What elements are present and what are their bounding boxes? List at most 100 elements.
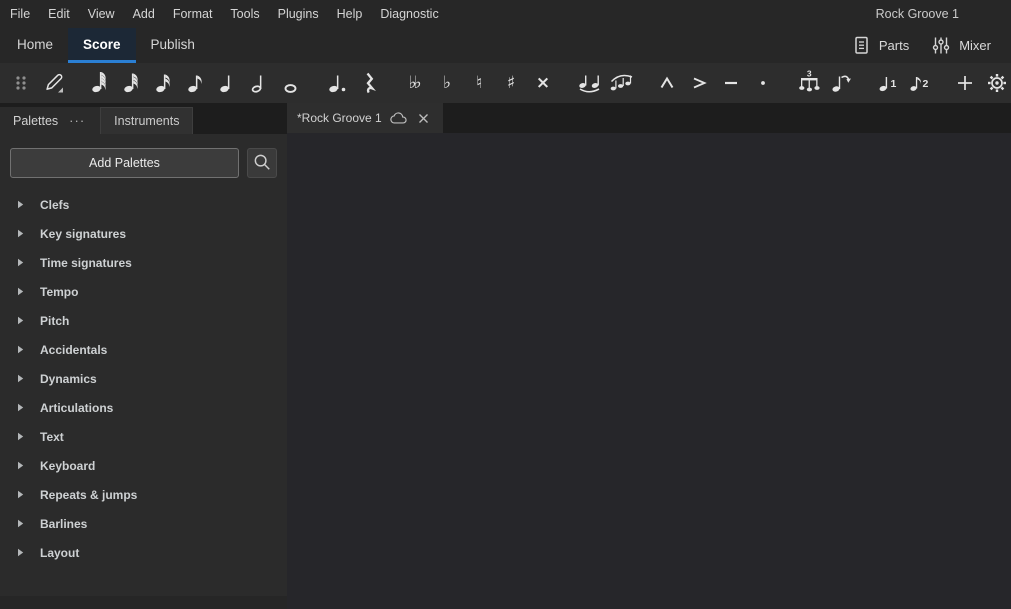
palette-item-articulations[interactable]: Articulations bbox=[0, 393, 287, 422]
palette-item-time-signatures[interactable]: Time signatures bbox=[0, 248, 287, 277]
accent-button[interactable] bbox=[683, 67, 715, 99]
natural-icon: ♮ bbox=[476, 75, 482, 92]
quarter-rest-button[interactable] bbox=[353, 67, 385, 99]
grip-button[interactable] bbox=[5, 67, 37, 99]
palette-item-label: Keyboard bbox=[40, 459, 95, 473]
note-64th-icon bbox=[85, 69, 113, 97]
staccato-button[interactable] bbox=[747, 67, 779, 99]
slur-button[interactable] bbox=[605, 67, 637, 99]
tab-palettes[interactable]: Palettes ··· bbox=[0, 107, 100, 134]
palette-item-keyboard[interactable]: Keyboard bbox=[0, 451, 287, 480]
palette-item-layout[interactable]: Layout bbox=[0, 538, 287, 567]
note-8th-button[interactable] bbox=[179, 67, 211, 99]
double-sharp-button[interactable]: × bbox=[527, 67, 559, 99]
search-icon bbox=[252, 152, 272, 175]
augmentation-dot-icon bbox=[323, 69, 351, 97]
tab-instruments[interactable]: Instruments bbox=[100, 107, 193, 134]
menu-view[interactable]: View bbox=[79, 0, 124, 28]
menu-help[interactable]: Help bbox=[328, 0, 372, 28]
palette-item-label: Text bbox=[40, 430, 64, 444]
close-tab-button[interactable] bbox=[415, 109, 433, 127]
menu-bar: FileEditViewAddFormatToolsPluginsHelpDia… bbox=[0, 0, 1011, 28]
palette-item-barlines[interactable]: Barlines bbox=[0, 509, 287, 538]
palettes-menu-button[interactable]: ··· bbox=[67, 116, 87, 126]
chevron-right-icon bbox=[17, 345, 24, 354]
palette-item-tempo[interactable]: Tempo bbox=[0, 277, 287, 306]
mixer-icon bbox=[931, 36, 951, 55]
palette-item-repeats-jumps[interactable]: Repeats & jumps bbox=[0, 480, 287, 509]
note-whole-button[interactable] bbox=[275, 67, 307, 99]
note-64th-button[interactable] bbox=[83, 67, 115, 99]
flat-icon: ♭ bbox=[443, 75, 451, 92]
menu-add[interactable]: Add bbox=[124, 0, 164, 28]
chevron-right-icon bbox=[17, 490, 24, 499]
marcato-button[interactable] bbox=[651, 67, 683, 99]
chevron-right-icon bbox=[17, 432, 24, 441]
palette-search-button[interactable] bbox=[247, 148, 277, 178]
parts-button[interactable]: Parts bbox=[846, 32, 915, 60]
chevron-right-icon bbox=[17, 229, 24, 238]
palette-list: ClefsKey signaturesTime signaturesTempoP… bbox=[0, 190, 287, 567]
sharp-button[interactable]: ♯ bbox=[495, 67, 527, 99]
note-32nd-button[interactable] bbox=[115, 67, 147, 99]
flat-button[interactable]: ♭ bbox=[431, 67, 463, 99]
palette-item-clefs[interactable]: Clefs bbox=[0, 190, 287, 219]
svg-text:3: 3 bbox=[807, 69, 812, 79]
palette-item-label: Accidentals bbox=[40, 343, 107, 357]
tuplet-button[interactable]: 3 bbox=[793, 67, 825, 99]
note-quarter-button[interactable] bbox=[211, 67, 243, 99]
tab-actions: Parts Mixer bbox=[846, 28, 1011, 63]
accent-icon bbox=[685, 69, 713, 97]
double-flat-button[interactable]: ♭♭ bbox=[399, 67, 431, 99]
note-half-button[interactable] bbox=[243, 67, 275, 99]
workspace-tab-home[interactable]: Home bbox=[2, 28, 68, 63]
tenuto-button[interactable] bbox=[715, 67, 747, 99]
note-input-button[interactable] bbox=[37, 67, 69, 99]
palette-item-key-signatures[interactable]: Key signatures bbox=[0, 219, 287, 248]
double-sharp-icon: × bbox=[536, 75, 550, 92]
note-32nd-icon bbox=[117, 69, 145, 97]
score-canvas[interactable] bbox=[287, 133, 1011, 609]
note-16th-button[interactable] bbox=[147, 67, 179, 99]
chevron-right-icon bbox=[17, 548, 24, 557]
palettes-panel: Palettes ··· Instruments Add Palettes Cl… bbox=[0, 103, 287, 609]
palette-item-text[interactable]: Text bbox=[0, 422, 287, 451]
augmentation-dot-button[interactable] bbox=[321, 67, 353, 99]
add-palettes-button[interactable]: Add Palettes bbox=[10, 148, 239, 178]
add-icon bbox=[951, 69, 979, 97]
menu-plugins[interactable]: Plugins bbox=[269, 0, 328, 28]
palette-item-pitch[interactable]: Pitch bbox=[0, 306, 287, 335]
flip-direction-button[interactable] bbox=[825, 67, 857, 99]
palette-item-label: Dynamics bbox=[40, 372, 97, 386]
parts-label: Parts bbox=[879, 38, 909, 53]
menu-format[interactable]: Format bbox=[164, 0, 222, 28]
add-button[interactable] bbox=[949, 67, 981, 99]
menu-diagnostic[interactable]: Diagnostic bbox=[371, 0, 447, 28]
menu-file[interactable]: File bbox=[1, 0, 39, 28]
palette-item-label: Repeats & jumps bbox=[40, 488, 137, 502]
palette-item-accidentals[interactable]: Accidentals bbox=[0, 335, 287, 364]
tuplet-icon: 3 bbox=[795, 69, 823, 97]
workspace-tab-publish[interactable]: Publish bbox=[136, 28, 210, 63]
workspace-tab-score[interactable]: Score bbox=[68, 28, 136, 63]
menu-items: FileEditViewAddFormatToolsPluginsHelpDia… bbox=[1, 0, 448, 28]
palette-item-label: Articulations bbox=[40, 401, 113, 415]
voice-1-button[interactable]: 1 bbox=[871, 67, 903, 99]
toolbar-group: 3 bbox=[793, 67, 857, 99]
marcato-icon bbox=[653, 69, 681, 97]
parts-icon bbox=[852, 36, 871, 55]
mixer-button[interactable]: Mixer bbox=[925, 32, 997, 60]
note-whole-icon bbox=[277, 69, 305, 97]
svg-text:1: 1 bbox=[891, 78, 897, 90]
palette-item-dynamics[interactable]: Dynamics bbox=[0, 364, 287, 393]
natural-button[interactable]: ♮ bbox=[463, 67, 495, 99]
chevron-right-icon bbox=[17, 287, 24, 296]
close-icon bbox=[417, 112, 430, 125]
score-document-tab[interactable]: *Rock Groove 1 bbox=[287, 103, 443, 133]
menu-edit[interactable]: Edit bbox=[39, 0, 79, 28]
customize-toolbar-button[interactable] bbox=[981, 67, 1011, 99]
voice-2-button[interactable]: 2 bbox=[903, 67, 935, 99]
menu-tools[interactable]: Tools bbox=[221, 0, 268, 28]
flip-direction-icon bbox=[827, 69, 855, 97]
tie-button[interactable] bbox=[573, 67, 605, 99]
